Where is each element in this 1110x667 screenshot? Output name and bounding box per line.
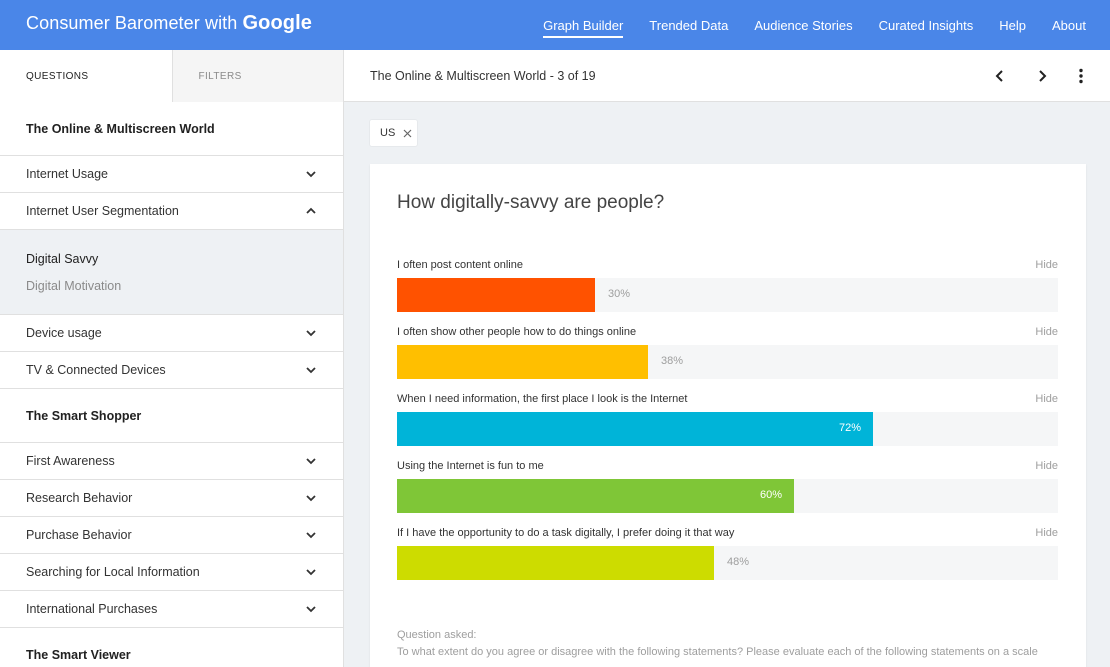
bar: [397, 479, 794, 513]
sidebar-item-label: Searching for Local Information: [26, 565, 200, 579]
nav-help[interactable]: Help: [999, 0, 1026, 50]
bar-value-label: 72%: [839, 422, 862, 434]
bar: [397, 345, 648, 379]
chevron-down-icon: [305, 529, 317, 541]
section-title-smart-shopper: The Smart Shopper: [0, 389, 343, 443]
sidebar-item-tv-connected-devices[interactable]: TV & Connected Devices: [0, 352, 343, 389]
bar-value-label: 38%: [661, 355, 684, 367]
chart-row: I often show other people how to do thin…: [397, 326, 1058, 393]
hide-link[interactable]: Hide: [1035, 259, 1058, 271]
bar: [397, 278, 595, 312]
chevron-right-icon[interactable]: [1033, 67, 1051, 85]
sidebar-tabs: QUESTIONS FILTERS: [0, 50, 343, 102]
chart-row: When I need information, the first place…: [397, 393, 1058, 460]
section-title-online-multiscreen: The Online & Multiscreen World: [0, 102, 343, 156]
sidebar-item-label: TV & Connected Devices: [26, 363, 166, 377]
hide-link[interactable]: Hide: [1035, 460, 1058, 472]
sidebar-item-label: Research Behavior: [26, 491, 133, 505]
nav-trended-data[interactable]: Trended Data: [649, 0, 728, 50]
tab-filters[interactable]: FILTERS: [171, 50, 343, 102]
brand-logo[interactable]: Consumer Barometer with Google: [26, 12, 312, 35]
sidebar-item-purchase-behavior[interactable]: Purchase Behavior: [0, 517, 343, 554]
more-vert-icon[interactable]: [1072, 67, 1090, 85]
chart-rows: I often post content online Hide 30% I ofte…: [397, 259, 1058, 594]
sidebar-item-internet-user-segmentation[interactable]: Internet User Segmentation: [0, 193, 343, 230]
chevron-down-icon: [305, 364, 317, 376]
toolbar-title: The Online & Multiscreen World - 3 of 19: [370, 69, 596, 83]
tab-questions[interactable]: QUESTIONS: [0, 50, 172, 102]
chevron-down-icon: [305, 327, 317, 339]
bar: [397, 412, 873, 446]
hide-link[interactable]: Hide: [1035, 393, 1058, 405]
filter-chip-us[interactable]: US: [370, 120, 417, 146]
bar-value-label: 30%: [608, 288, 631, 300]
sidebar-item-label: Internet Usage: [26, 167, 108, 181]
bar-track: 72%: [397, 412, 1058, 446]
brand-prefix: Consumer Barometer with: [26, 13, 238, 33]
bar-value-label: 60%: [760, 489, 783, 501]
chevron-left-icon[interactable]: [991, 67, 1009, 85]
chevron-down-icon: [305, 566, 317, 578]
chart-title: How digitally-savvy are people?: [397, 192, 665, 213]
sidebar-subitem-digital-motivation[interactable]: Digital Motivation: [26, 273, 317, 300]
sidebar-subitems: Digital Savvy Digital Motivation: [0, 230, 343, 315]
question-asked-label: Question asked:: [397, 629, 477, 641]
bar-track: 48%: [397, 546, 1058, 580]
sidebar-item-international-purchases[interactable]: International Purchases: [0, 591, 343, 628]
main-nav: Graph Builder Trended Data Audience Stor…: [543, 0, 1110, 50]
sidebar-item-label: International Purchases: [26, 602, 158, 616]
nav-curated-insights[interactable]: Curated Insights: [879, 0, 974, 50]
sidebar-item-internet-usage[interactable]: Internet Usage: [0, 156, 343, 193]
bar-category-label: I often post content online: [397, 259, 523, 271]
top-header: Consumer Barometer with Google Graph Bui…: [0, 0, 1110, 50]
chip-label: US: [380, 127, 396, 139]
chevron-down-icon: [305, 603, 317, 615]
bar-category-label: Using the Internet is fun to me: [397, 460, 544, 472]
chart-row: Using the Internet is fun to me Hide 60%: [397, 460, 1058, 527]
chart-row: If I have the opportunity to do a task d…: [397, 527, 1058, 594]
sidebar-item-first-awareness[interactable]: First Awareness: [0, 443, 343, 480]
section-title-smart-viewer: The Smart Viewer: [26, 648, 131, 662]
chevron-down-icon: [305, 492, 317, 504]
nav-audience-stories[interactable]: Audience Stories: [754, 0, 852, 50]
brand-google: Google: [242, 12, 312, 34]
sidebar-item-label: First Awareness: [26, 454, 115, 468]
hide-link[interactable]: Hide: [1035, 326, 1058, 338]
chart-row: I often post content online Hide 30%: [397, 259, 1058, 326]
sidebar-item-searching-local-info[interactable]: Searching for Local Information: [0, 554, 343, 591]
question-asked-text: To what extent do you agree or disagree …: [397, 646, 1038, 658]
bar: [397, 546, 714, 580]
sidebar-subitem-digital-savvy[interactable]: Digital Savvy: [26, 246, 317, 273]
chevron-down-icon: [305, 455, 317, 467]
nav-about[interactable]: About: [1052, 0, 1086, 50]
bar-category-label: I often show other people how to do thin…: [397, 326, 637, 338]
sidebar-item-label: Device usage: [26, 326, 102, 340]
chevron-down-icon: [305, 168, 317, 180]
hide-link[interactable]: Hide: [1035, 527, 1058, 539]
sidebar-item-label: Internet User Segmentation: [26, 204, 179, 218]
close-icon[interactable]: [403, 129, 412, 138]
sidebar-item-label: Purchase Behavior: [26, 528, 132, 542]
bar-category-label: If I have the opportunity to do a task d…: [397, 527, 735, 539]
chevron-up-icon: [305, 205, 317, 217]
bar-track: 30%: [397, 278, 1058, 312]
sidebar: QUESTIONS FILTERS The Online & Multiscre…: [0, 50, 344, 667]
bar-category-label: When I need information, the first place…: [397, 393, 688, 405]
chart-card: How digitally-savvy are people? I often …: [370, 164, 1086, 667]
bar-value-label: 48%: [727, 556, 750, 568]
sidebar-item-research-behavior[interactable]: Research Behavior: [0, 480, 343, 517]
bar-track: 60%: [397, 479, 1058, 513]
bar-track: 38%: [397, 345, 1058, 379]
sidebar-item-device-usage[interactable]: Device usage: [0, 315, 343, 352]
main-toolbar: The Online & Multiscreen World - 3 of 19: [344, 50, 1110, 102]
nav-graph-builder[interactable]: Graph Builder: [543, 0, 624, 50]
